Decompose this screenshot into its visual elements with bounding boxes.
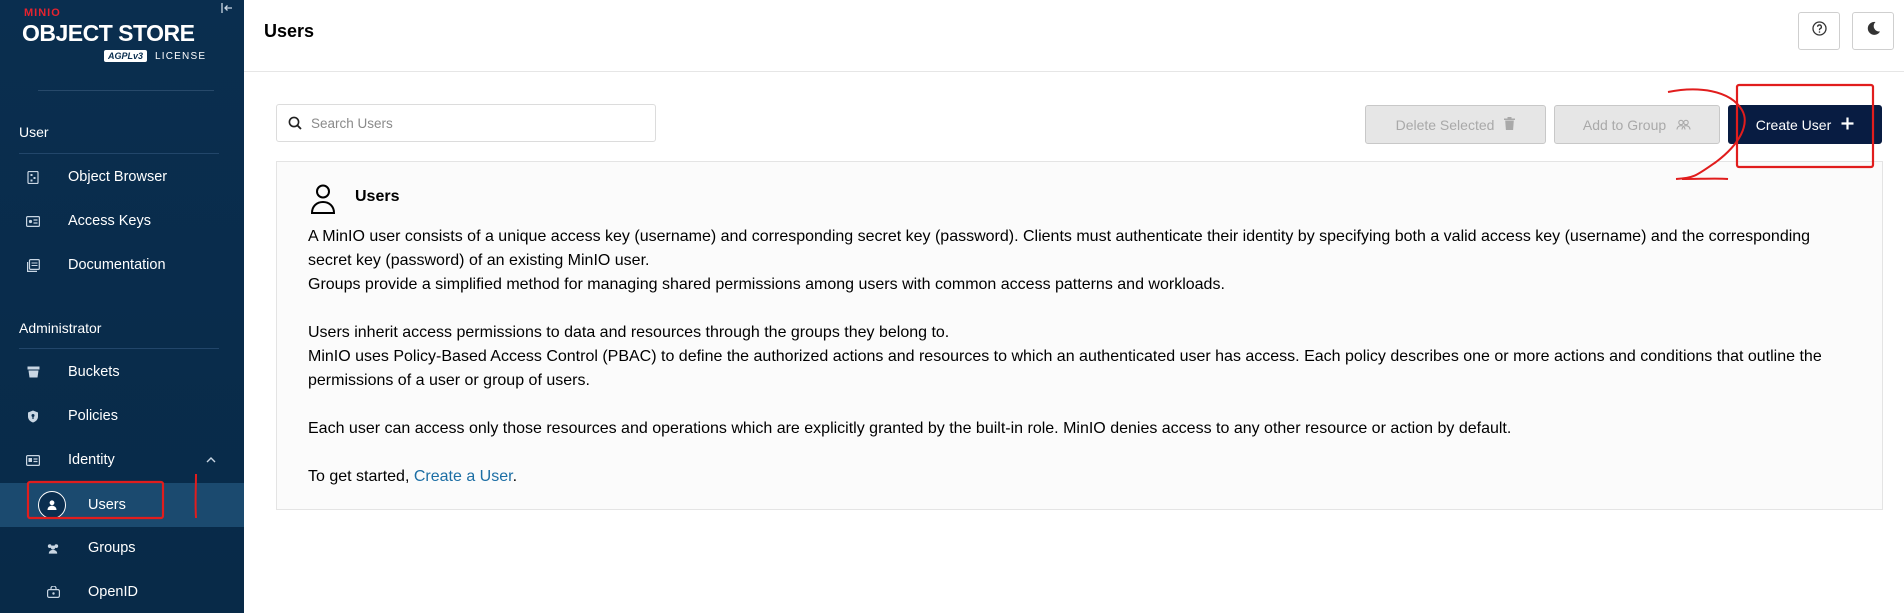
object-browser-icon — [26, 170, 40, 184]
create-user-button[interactable]: Create User — [1728, 105, 1882, 144]
search-users-field — [276, 104, 656, 142]
help-paragraph-1: A MinIO user consists of a unique access… — [308, 225, 1853, 297]
help-text: To get started, — [308, 468, 414, 485]
section-divider — [19, 153, 219, 154]
sidebar-item-label: Documentation — [68, 257, 166, 273]
sidebar-item-label: Access Keys — [68, 213, 151, 229]
section-title-administrator: Administrator — [19, 320, 102, 336]
user-outline-icon — [310, 184, 336, 214]
sidebar-item-label: Buckets — [68, 364, 120, 380]
openid-icon — [46, 585, 60, 599]
dark-mode-button[interactable] — [1852, 12, 1894, 50]
help-text: Users inherit access permissions to data… — [308, 324, 950, 341]
add-to-group-label: Add to Group — [1582, 116, 1667, 133]
user-icon — [38, 491, 66, 519]
license-label-row: AGPLv3 LICENSE — [104, 50, 206, 62]
sidebar-item-groups[interactable]: Groups — [0, 528, 244, 568]
brand-title: OBJECT STORE — [22, 20, 195, 46]
sidebar-item-label: Users — [88, 497, 126, 513]
search-input[interactable] — [311, 111, 641, 135]
agpl-badge: AGPLv3 — [104, 50, 148, 62]
help-text: . — [512, 468, 518, 485]
create-user-link[interactable]: Create a User — [414, 468, 513, 485]
plus-icon — [1841, 117, 1854, 133]
help-paragraph-2: Users inherit access permissions to data… — [308, 321, 1853, 393]
sidebar-item-policies[interactable]: Policies — [0, 396, 244, 436]
groups-icon — [46, 541, 60, 555]
create-user-label: Create User — [1755, 116, 1832, 133]
help-title: Users — [355, 188, 400, 205]
section-title-user: User — [19, 124, 49, 140]
license-label: LICENSE — [155, 50, 207, 62]
access-keys-icon — [26, 214, 40, 228]
moon-icon — [1866, 21, 1881, 41]
brand-minio-text: MINIO — [24, 7, 61, 19]
delete-selected-label: Delete Selected — [1395, 116, 1495, 133]
sidebar-item-documentation[interactable]: Documentation — [0, 245, 244, 285]
help-text: Groups provide a simplified method for m… — [308, 276, 1225, 293]
help-button[interactable] — [1798, 12, 1840, 50]
sidebar: MINIO OBJECT STORE AGPLv3 LICENSE User O… — [0, 0, 244, 613]
sidebar-item-users[interactable]: Users — [0, 483, 244, 527]
brand-logo[interactable]: MINIO OBJECT STORE AGPLv3 LICENSE — [22, 6, 222, 66]
page-title: Users — [264, 21, 315, 41]
search-icon — [288, 116, 302, 135]
sidebar-item-access-keys[interactable]: Access Keys — [0, 201, 244, 241]
users-help-box: Users A MinIO user consists of a unique … — [276, 161, 1883, 510]
bucket-icon — [26, 365, 40, 379]
sidebar-item-identity[interactable]: Identity — [0, 440, 244, 480]
sidebar-item-object-browser[interactable]: Object Browser — [0, 157, 244, 197]
page-header: Users — [244, 0, 1904, 72]
sidebar-item-label: OpenID — [88, 584, 138, 600]
help-icon — [1811, 21, 1827, 41]
brand-divider — [38, 90, 214, 91]
delete-selected-button[interactable]: Delete Selected — [1365, 105, 1546, 144]
help-text: MinIO uses Policy-Based Access Control (… — [308, 348, 1822, 389]
trash-icon — [1504, 116, 1516, 133]
sidebar-item-label: Policies — [68, 408, 118, 424]
collapse-sidebar-icon[interactable] — [219, 2, 235, 18]
sidebar-item-label: Object Browser — [68, 169, 168, 185]
sidebar-item-buckets[interactable]: Buckets — [0, 352, 244, 392]
help-paragraph-4: To get started, Create a User. — [308, 465, 1853, 489]
add-to-group-button[interactable]: Add to Group — [1554, 105, 1720, 144]
documentation-icon — [26, 258, 40, 272]
section-divider — [19, 348, 219, 349]
identity-icon — [26, 453, 40, 467]
policy-icon — [26, 409, 40, 423]
help-paragraph-3: Each user can access only those resource… — [308, 420, 1512, 437]
groups-icon — [1676, 117, 1691, 133]
chevron-up-icon[interactable] — [206, 455, 216, 466]
sidebar-item-openid[interactable]: OpenID — [0, 572, 244, 612]
sidebar-item-label: Groups — [88, 540, 136, 556]
help-text: A MinIO user consists of a unique access… — [308, 228, 1811, 269]
sidebar-item-label: Identity — [68, 452, 115, 468]
